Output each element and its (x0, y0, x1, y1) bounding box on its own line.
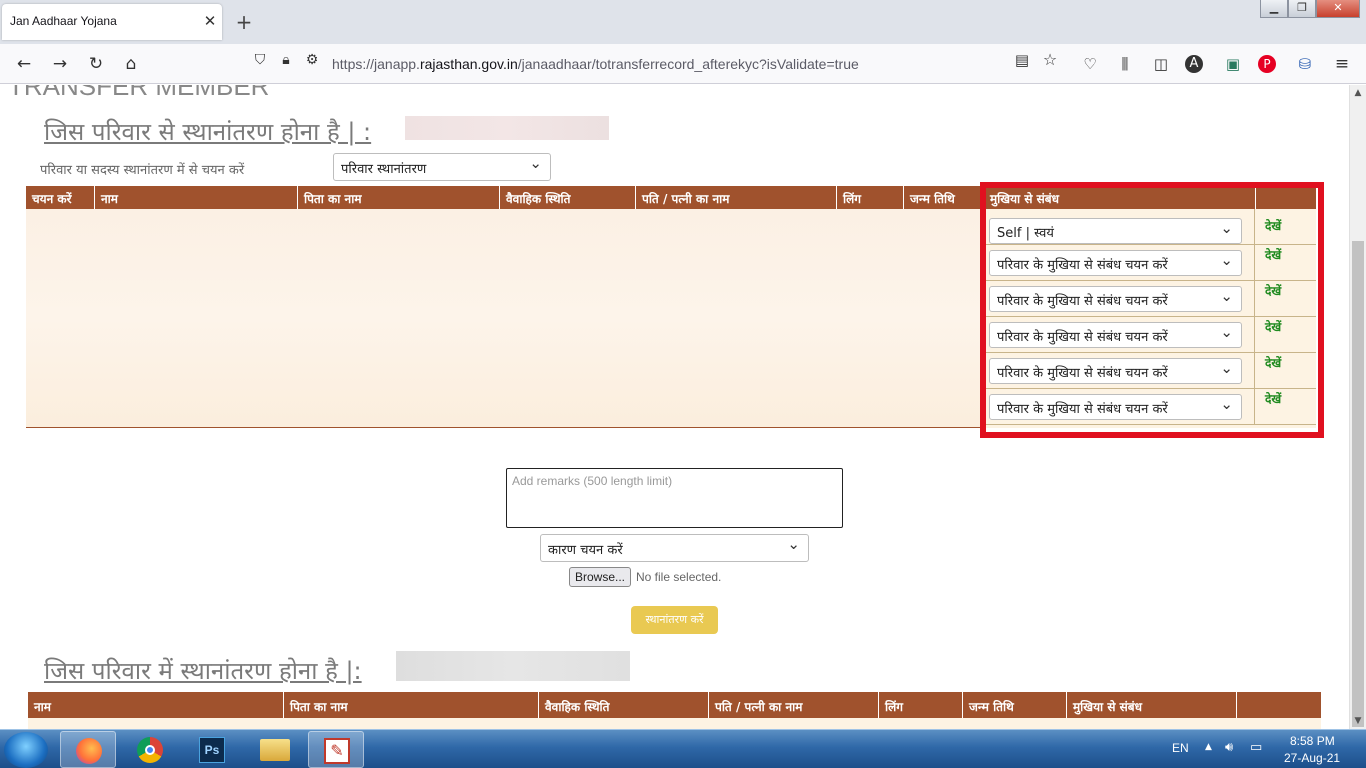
col-name: नाम (94, 186, 297, 209)
extension-icon[interactable]: ▣ (1221, 52, 1245, 76)
minimize-window-button[interactable]: ▁ (1260, 0, 1288, 18)
col-view (1236, 692, 1321, 718)
show-hidden-icons-icon[interactable]: ▲ (1205, 742, 1212, 752)
remarks-textarea[interactable]: Add remarks (500 length limit) (506, 468, 843, 528)
col-marital-status: वैवाहिक स्थिति (538, 692, 708, 718)
redacted-family-id (405, 116, 609, 140)
redacted-member-rows (26, 209, 981, 428)
lock-icon[interactable]: 🔒︎ (274, 48, 298, 72)
redacted-target-row (28, 718, 1321, 729)
forward-icon[interactable]: → (48, 52, 72, 76)
scrollbar-thumb[interactable] (1352, 241, 1364, 727)
start-button[interactable] (4, 732, 48, 768)
target-table-header: नाम पिता का नाम वैवाहिक स्थिति पति / पत्… (28, 692, 1321, 718)
from-family-title: जिस परिवार से स्थानांतरण होना है | : (44, 118, 372, 146)
maximize-window-button[interactable]: ❐ (1288, 0, 1316, 18)
col-spouse-name: पति / पत्नी का नाम (708, 692, 878, 718)
browser-tab[interactable]: Jan Aadhaar Yojana ✕ (2, 4, 222, 40)
col-father-name: पिता का नाम (297, 186, 499, 209)
sidebar-icon[interactable]: ◫ (1149, 52, 1173, 76)
col-name: नाम (34, 700, 51, 714)
page-content: TRANSFER MEMBER जिस परिवार से स्थानांतरण… (0, 85, 1349, 729)
pinterest-icon[interactable]: P (1258, 55, 1276, 73)
back-icon[interactable]: ← (12, 52, 36, 76)
photoshop-icon: Ps (199, 737, 225, 763)
col-select: चयन करें (32, 192, 72, 206)
clock-date[interactable]: 27-Aug-21 (1284, 751, 1340, 765)
browser-tab-strip: Jan Aadhaar Yojana ✕ + ▁ ❐ ✕ (0, 0, 1366, 44)
col-father-name: पिता का नाम (283, 692, 538, 718)
col-marital-status: वैवाहिक स्थिति (499, 186, 635, 209)
taskbar-explorer[interactable] (246, 731, 302, 768)
app-icon: ✎ (324, 738, 350, 764)
reload-icon[interactable]: ↻ (84, 52, 108, 76)
menu-icon[interactable]: ≡ (1330, 52, 1354, 76)
close-window-button[interactable]: ✕ (1316, 0, 1360, 18)
close-tab-icon[interactable]: ✕ (200, 11, 220, 31)
shield-icon[interactable]: ⛉ (248, 48, 272, 72)
transfer-type-select[interactable]: परिवार स्थानांतरण (333, 153, 551, 181)
volume-icon[interactable]: 🔊︎ (1225, 740, 1233, 755)
new-tab-button[interactable]: + (232, 10, 256, 34)
folder-icon (260, 739, 290, 761)
col-dob: जन्म तिथि (903, 186, 983, 209)
transfer-type-label: परिवार या सदस्य स्थानांतरण में से चयन कर… (40, 163, 245, 178)
language-indicator[interactable]: EN (1172, 741, 1189, 755)
col-dob: जन्म तिथि (962, 692, 1066, 718)
to-family-title: जिस परिवार में स्थानांतरण होना है |: (44, 657, 362, 685)
browser-navigation-bar: ← → ↻ ⌂ ⛉ 🔒︎ ⚙ https://janapp.rajasthan.… (0, 44, 1366, 84)
pocket-icon[interactable]: ♡ (1078, 52, 1102, 76)
library-icon[interactable]: ⫼ (1113, 52, 1137, 76)
transfer-button[interactable]: स्थानांतरण करें (631, 606, 718, 634)
file-status-text: No file selected. (636, 570, 722, 584)
taskbar-firefox[interactable] (60, 731, 116, 768)
home-icon[interactable]: ⌂ (119, 52, 143, 76)
taskbar-chrome[interactable] (122, 731, 178, 768)
tab-title: Jan Aadhaar Yojana (10, 14, 117, 28)
bookmark-star-icon[interactable]: ☆ (1038, 48, 1062, 72)
clock-time[interactable]: 8:58 PM (1290, 734, 1335, 748)
col-relation: मुखिया से संबंध (1066, 692, 1236, 718)
reader-view-icon[interactable]: ▤ (1010, 48, 1034, 72)
permissions-icon[interactable]: ⚙ (300, 48, 324, 72)
col-spouse-name: पति / पत्नी का नाम (635, 186, 836, 209)
page-heading: TRANSFER MEMBER (8, 85, 270, 101)
highlight-box (980, 182, 1324, 438)
col-gender: लिंग (878, 692, 962, 718)
firefox-icon (76, 738, 102, 764)
address-bar[interactable]: ⛉ 🔒︎ ⚙ https://janapp.rajasthan.gov.in/j… (244, 50, 1072, 78)
account-icon[interactable]: A (1185, 55, 1203, 73)
taskbar-photoshop[interactable]: Ps (184, 731, 240, 768)
vertical-scrollbar[interactable]: ▲ ▼ (1349, 85, 1366, 729)
scroll-up-icon[interactable]: ▲ (1350, 85, 1366, 101)
taskbar-app[interactable]: ✎ (308, 731, 364, 768)
redacted-target-family-id (396, 651, 630, 681)
browse-file-button[interactable]: Browse... (569, 567, 631, 587)
url-text: https://janapp.rajasthan.gov.in/janaadha… (332, 56, 859, 72)
taskbar: Ps ✎ EN ▲ 🔊︎ ▭ 8:58 PM 27-Aug-21 (0, 729, 1366, 768)
col-gender: लिंग (836, 186, 903, 209)
extension-2-icon[interactable]: ⛁ (1293, 52, 1317, 76)
network-icon[interactable]: ▭ (1250, 740, 1262, 755)
reason-select[interactable]: कारण चयन करें (540, 534, 809, 562)
scroll-down-icon[interactable]: ▼ (1350, 713, 1366, 729)
chrome-icon-center (145, 745, 155, 755)
